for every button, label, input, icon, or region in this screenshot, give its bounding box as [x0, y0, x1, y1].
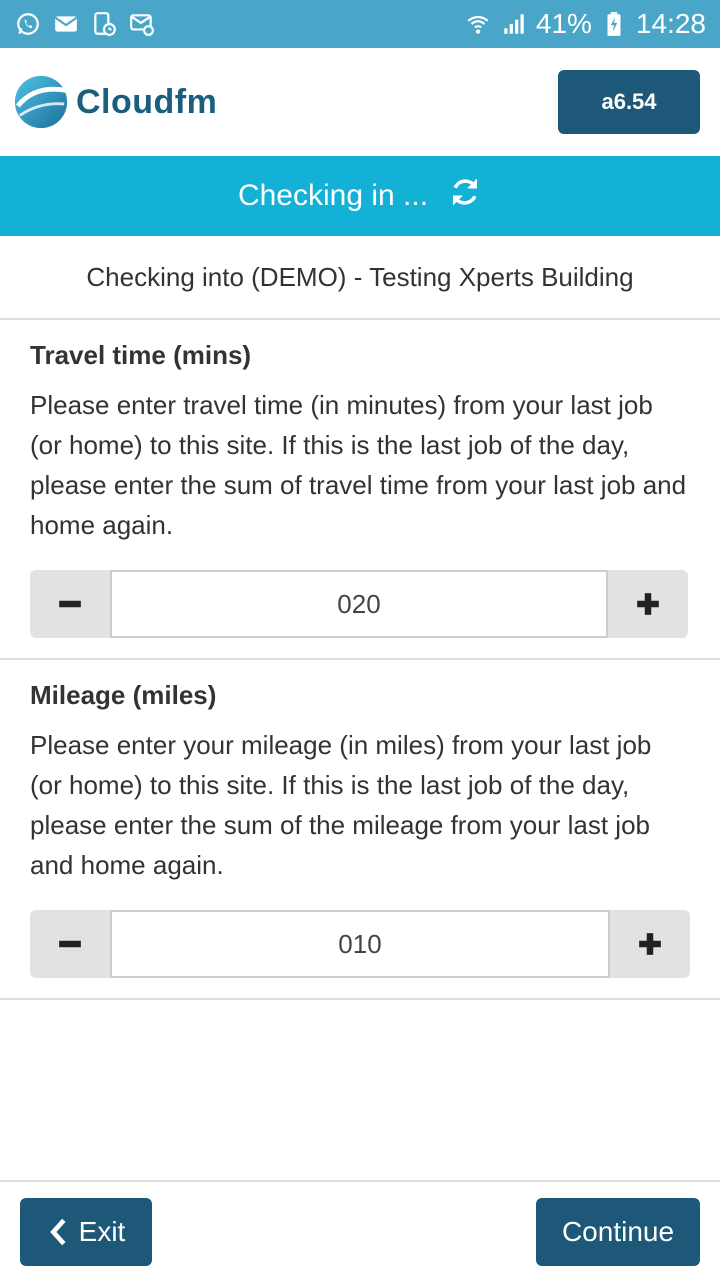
travel-decrement-button[interactable] — [30, 570, 110, 638]
clock: 14:28 — [635, 8, 706, 39]
section-divider — [0, 658, 720, 660]
mileage-increment-button[interactable] — [610, 910, 690, 978]
travel-time-title: Travel time (mins) — [30, 340, 252, 370]
continue-button[interactable]: Continue — [536, 1198, 700, 1266]
exit-label: Exit — [78, 1216, 126, 1247]
mileage-title: Mileage (miles) — [30, 680, 217, 710]
whatsapp-icon — [14, 10, 42, 38]
chevron-left-icon — [49, 1218, 66, 1246]
brand-name: Cloudfm — [76, 82, 218, 121]
mail-settings-icon — [128, 10, 156, 38]
wifi-icon — [464, 10, 492, 38]
status-bar: 41% 14:28 — [0, 0, 720, 48]
plus-icon — [637, 593, 659, 615]
continue-label: Continue — [561, 1216, 675, 1247]
checking-in-banner: Checking in ... — [0, 156, 720, 236]
app-header: Cloudfm a6.54 — [0, 48, 720, 156]
mileage-description: Please enter your mileage (in miles) fro… — [30, 730, 652, 880]
mileage-decrement-button[interactable] — [30, 910, 110, 978]
version-button[interactable]: a6.54 — [558, 70, 700, 134]
cloudfm-logo-icon — [12, 73, 70, 131]
mileage-section: Mileage (miles) Please enter your mileag… — [0, 680, 720, 885]
mileage-input[interactable] — [110, 910, 610, 978]
travel-time-description: Please enter travel time (in minutes) fr… — [30, 390, 687, 540]
checking-into-location: Checking into (DEMO) - Testing Xperts Bu… — [0, 236, 720, 320]
refresh-icon — [448, 175, 482, 217]
battery-charging-icon — [600, 10, 628, 38]
travel-time-section: Travel time (mins) Please enter travel t… — [0, 340, 720, 545]
minus-icon — [59, 600, 81, 608]
banner-text: Checking in ... — [237, 179, 429, 212]
mileage-stepper — [30, 910, 690, 978]
footer-bar: Exit Continue — [0, 1180, 720, 1280]
plus-icon — [639, 933, 661, 955]
battery-percent: 41% — [535, 8, 592, 39]
section-divider — [0, 998, 720, 1000]
exit-button[interactable]: Exit — [20, 1198, 152, 1266]
mail-icon — [52, 10, 80, 38]
minus-icon — [59, 940, 81, 948]
brand: Cloudfm — [12, 73, 217, 131]
signal-icon — [500, 10, 528, 38]
travel-time-input[interactable] — [110, 570, 608, 638]
notification-icons — [14, 10, 156, 38]
system-status: 41% 14:28 — [464, 0, 706, 48]
travel-time-stepper — [30, 570, 688, 638]
travel-increment-button[interactable] — [608, 570, 688, 638]
device-clock-icon — [90, 10, 118, 38]
